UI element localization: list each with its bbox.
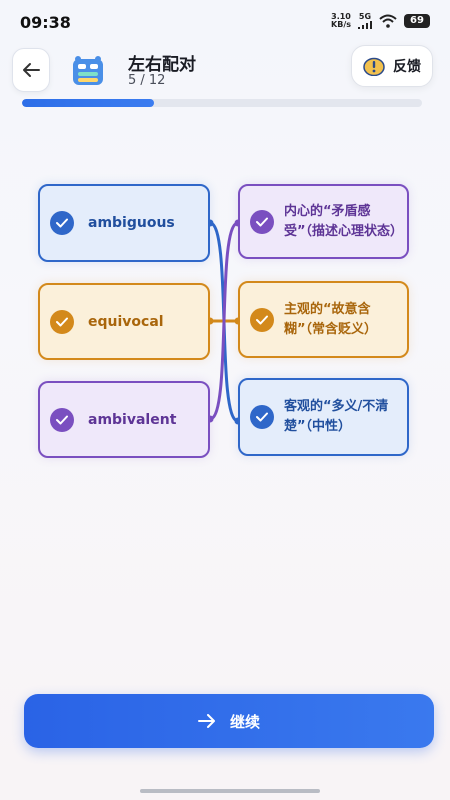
arrow-right-icon — [197, 714, 215, 728]
checkmark-icon — [50, 407, 74, 432]
left-card-label: ambivalent — [88, 411, 177, 428]
checkmark-icon — [50, 211, 74, 235]
checkmark-icon — [50, 309, 74, 334]
left-card-label: equivocal — [88, 313, 164, 330]
right-card-label: 客观的“多义/不清楚”（中性） — [284, 399, 389, 434]
right-card-multiple-meanings[interactable]: 客观的“多义/不清楚”（中性） — [238, 378, 409, 456]
right-card-label: 内心的“矛盾感受”（描述心理状态） — [284, 203, 404, 239]
checkmark-icon — [250, 307, 274, 332]
connector-ambiguous — [209, 221, 239, 423]
checkmark-icon — [250, 209, 274, 234]
left-card-label: ambiguous — [88, 215, 175, 231]
right-card-deliberate-vagueness[interactable]: 主观的“故意含糊”（常含贬义） — [238, 281, 409, 358]
matching-board: ambiguous equivocal ambivalent 内心的“矛盾感受”… — [0, 0, 450, 800]
left-card-ambivalent[interactable]: ambivalent — [38, 381, 210, 458]
left-card-equivocal[interactable]: equivocal — [38, 283, 210, 360]
home-indicator[interactable] — [140, 789, 320, 793]
right-card-mental-conflict[interactable]: 内心的“矛盾感受”（描述心理状态） — [238, 184, 409, 259]
left-card-ambiguous[interactable]: ambiguous — [38, 184, 210, 262]
right-card-label: 主观的“故意含糊”（常含贬义） — [284, 301, 378, 337]
continue-button[interactable]: 继续 — [24, 694, 434, 748]
continue-label: 继续 — [229, 712, 260, 731]
connector-ambivalent — [209, 221, 239, 421]
checkmark-icon — [250, 405, 274, 429]
